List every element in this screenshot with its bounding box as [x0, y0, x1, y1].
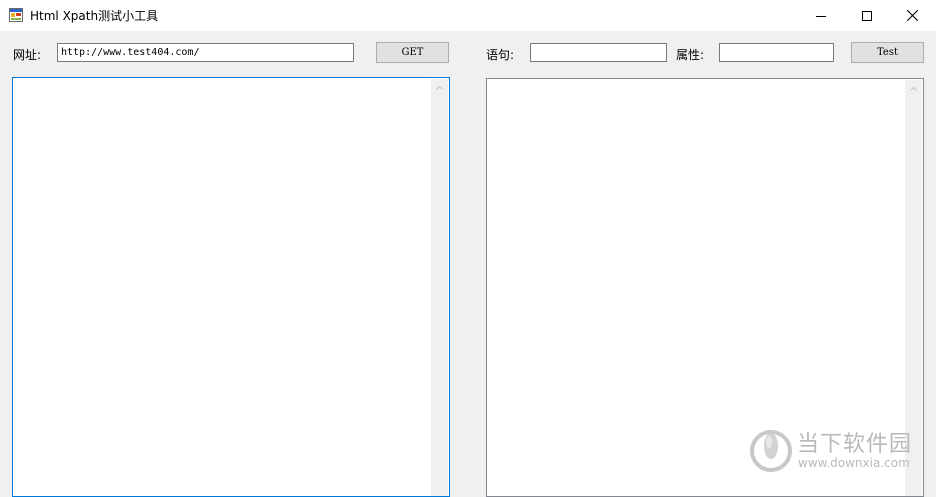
minimize-button[interactable] — [798, 0, 844, 31]
attribute-input[interactable] — [719, 43, 834, 62]
watermark-name: 当下软件园 — [797, 432, 913, 457]
chevron-up-icon — [910, 86, 917, 91]
right-scroll-up-button[interactable] — [905, 80, 922, 97]
statement-label: 语句: — [486, 48, 515, 62]
close-icon — [906, 10, 918, 21]
url-input[interactable]: http://www.test404.com/ — [57, 43, 354, 62]
html-source-textarea[interactable] — [12, 77, 450, 497]
get-button[interactable]: GET — [376, 42, 449, 63]
left-scroll-up-button[interactable] — [431, 79, 448, 96]
watermark-url: www.downxia.com — [798, 456, 910, 470]
attribute-label: 属性: — [676, 48, 705, 62]
window-title: Html Xpath测试小工具 — [30, 9, 159, 23]
chevron-up-icon — [436, 85, 443, 90]
test-button[interactable]: Test — [851, 42, 924, 63]
statement-input[interactable] — [530, 43, 667, 62]
left-vertical-scrollbar[interactable] — [431, 79, 448, 496]
maximize-button[interactable] — [844, 0, 890, 31]
title-bar[interactable]: Html Xpath测试小工具 — [0, 0, 936, 31]
maximize-icon — [862, 10, 872, 21]
close-button[interactable] — [889, 0, 935, 31]
watermark: 当下软件园 www.downxia.com — [749, 426, 919, 476]
url-label: 网址: — [13, 48, 42, 62]
app-icon — [9, 8, 23, 22]
minimize-icon — [816, 15, 826, 17]
watermark-logo-icon — [750, 430, 792, 472]
